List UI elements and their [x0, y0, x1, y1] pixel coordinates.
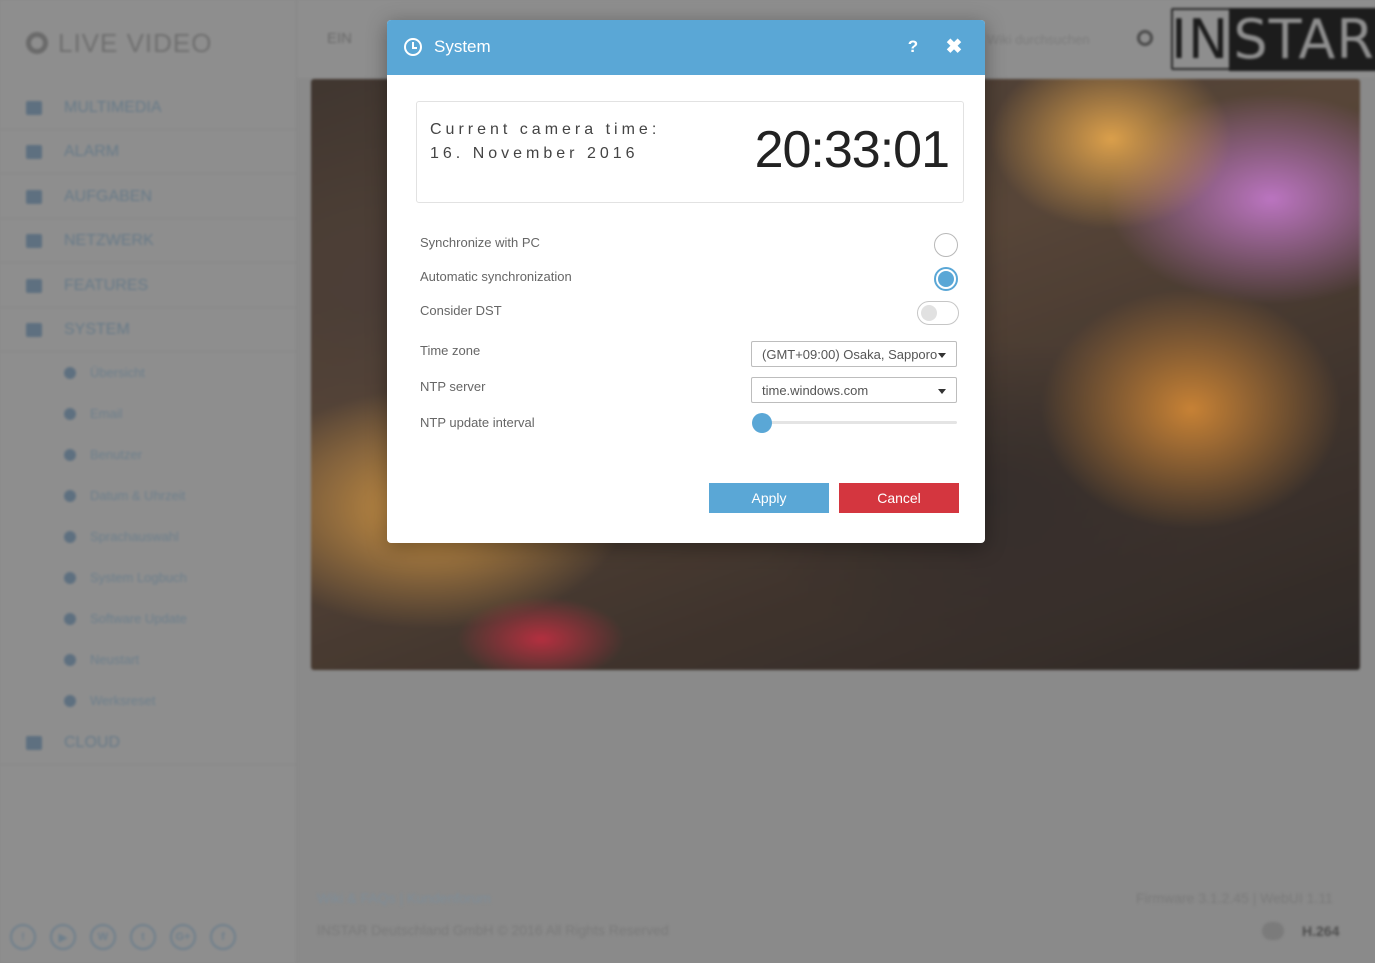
chevron-down-icon — [938, 389, 946, 394]
sidebar-subitem-datum-uhrzeit[interactable]: Datum & Uhrzeit — [0, 475, 297, 516]
sidebar-item-cloud[interactable]: CLOUD — [0, 721, 297, 765]
ntp-interval-slider-handle[interactable] — [752, 413, 772, 433]
clock-icon — [404, 38, 422, 56]
timezone-select[interactable]: (GMT+09:00) Osaka, Sapporo — [751, 341, 957, 367]
youtube-icon[interactable]: ▶ — [50, 924, 76, 950]
sidebar-subitem-sprachauswahl[interactable]: Sprachauswahl — [0, 516, 297, 557]
sidebar-subitem-label: Werksreset — [90, 693, 156, 708]
system-dialog: System ? ✖ Current camera time: 16. Nove… — [387, 20, 985, 543]
sidebar-item-system[interactable]: SYSTEM — [0, 308, 297, 352]
calendar-icon — [26, 189, 42, 204]
current-time-label: Current camera time: 16. November 2016 — [430, 121, 661, 162]
sidebar-item-label: SYSTEM — [64, 320, 130, 338]
sidebar-item-label: NETZWERK — [64, 231, 154, 249]
sidebar-subitem-label: Neustart — [90, 652, 140, 667]
dst-toggle[interactable] — [917, 301, 959, 325]
sidebar-subitem-label: System Logbuch — [90, 570, 187, 585]
apply-button[interactable]: Apply — [709, 483, 829, 513]
power-icon — [64, 653, 76, 666]
help-button[interactable]: ? — [902, 35, 924, 59]
sync-pc-label: Synchronize with PC — [420, 235, 540, 250]
sidebar-item-multimedia[interactable]: MULTIMEDIA — [0, 86, 297, 130]
timezone-label: Time zone — [420, 343, 481, 358]
sidebar-subitem-label: Software Update — [90, 611, 187, 626]
sidebar-subitem-label: Email — [90, 406, 123, 421]
wordpress-icon[interactable]: W — [90, 924, 116, 950]
app-logo-text: LIVE VIDEO — [58, 27, 213, 58]
social-links: ! ▶ W t G+ f — [10, 924, 236, 950]
dialog-title: System — [434, 37, 491, 56]
sidebar-item-alarm[interactable]: ALARM — [0, 130, 297, 174]
dialog-header: System ? ✖ — [387, 20, 985, 75]
ntp-server-value: time.windows.com — [762, 383, 869, 398]
ntp-server-label: NTP server — [420, 379, 486, 394]
sidebar-subitem-system-logbuch[interactable]: System Logbuch — [0, 557, 297, 598]
sidebar-item-label: MULTIMEDIA — [64, 98, 162, 116]
sidebar-subitem-software-update[interactable]: Software Update — [0, 598, 297, 639]
dst-label: Consider DST — [420, 303, 502, 318]
twitter-icon[interactable]: t — [130, 924, 156, 950]
instar-logo: IN STAR — [1171, 7, 1375, 71]
envelope-icon — [64, 407, 76, 420]
camera-time-panel: Current camera time: 16. November 2016 2… — [416, 101, 964, 203]
user-icon — [64, 448, 76, 461]
refresh-icon — [64, 612, 76, 625]
ntp-server-select[interactable]: time.windows.com — [751, 377, 957, 403]
current-time-value: 20:33:01 — [754, 121, 950, 179]
timezone-value: (GMT+09:00) Osaka, Sapporo — [762, 347, 938, 362]
gear-icon — [26, 322, 42, 337]
sidebar-item-aufgaben[interactable]: AUFGABEN — [0, 175, 297, 219]
sidebar-subitem-benutzer[interactable]: Benutzer — [0, 434, 297, 475]
auto-sync-radio[interactable] — [934, 267, 958, 291]
search-icon[interactable] — [1137, 30, 1153, 46]
close-button[interactable]: ✖ — [943, 35, 965, 59]
sidebar-item-label: ALARM — [64, 142, 120, 160]
top-bar-menu[interactable]: EIN — [327, 30, 352, 47]
sidebar-subitem-werksreset[interactable]: Werksreset — [0, 680, 297, 721]
image-icon — [26, 100, 42, 115]
sidebar-item-label: FEATURES — [64, 276, 149, 294]
footer-firmware: Firmware 3.1.2.45 | WebUI 1.11 — [1136, 890, 1333, 906]
network-icon — [26, 233, 42, 248]
bell-icon — [26, 144, 42, 159]
chevron-down-icon — [938, 353, 946, 358]
sidebar-subitem-label: Datum & Uhrzeit — [90, 488, 186, 503]
sync-pc-radio[interactable] — [934, 233, 958, 257]
sidebar: LIVE VIDEO MULTIMEDIA ALARM AUFGABEN NET… — [0, 0, 297, 963]
auto-sync-label: Automatic synchronization — [420, 269, 572, 284]
sidebar-item-features[interactable]: FEATURES — [0, 264, 297, 308]
facebook-icon[interactable]: f — [210, 924, 236, 950]
ntp-interval-label: NTP update interval — [420, 415, 535, 430]
codec-switch[interactable] — [1262, 922, 1284, 940]
sidebar-subitem-uebersicht[interactable]: Übersicht — [0, 352, 297, 393]
star-icon — [26, 278, 42, 293]
sidebar-subitem-email[interactable]: Email — [0, 393, 297, 434]
footer-links[interactable]: Wiki & FAQs | Kundenforum — [317, 890, 491, 906]
ntp-interval-slider-track[interactable] — [753, 421, 957, 424]
codec-toggle[interactable]: H.264 — [1262, 922, 1339, 940]
sidebar-subitem-label: Übersicht — [90, 365, 145, 380]
wrench-icon — [64, 694, 76, 707]
warning-icon[interactable]: ! — [10, 924, 36, 950]
cloud-icon — [26, 735, 42, 750]
sidebar-subitem-neustart[interactable]: Neustart — [0, 639, 297, 680]
globe-icon — [64, 530, 76, 543]
book-icon — [64, 571, 76, 584]
sidebar-subitem-label: Sprachauswahl — [90, 529, 179, 544]
codec-label: H.264 — [1302, 923, 1340, 939]
sidebar-item-label: AUFGABEN — [64, 187, 153, 205]
app-logo: LIVE VIDEO — [26, 26, 213, 60]
sidebar-item-label: CLOUD — [64, 733, 121, 751]
footer-copyright: INSTAR Deutschland GmbH © 2016 All Right… — [317, 922, 669, 938]
clock-icon — [64, 489, 76, 502]
camera-ring-icon — [26, 32, 48, 54]
monitor-icon — [64, 366, 76, 379]
google-plus-icon[interactable]: G+ — [170, 924, 196, 950]
sidebar-item-netzwerk[interactable]: NETZWERK — [0, 219, 297, 263]
wiki-search-input[interactable]: Wiki durchsuchen — [987, 32, 1090, 47]
sidebar-subitem-label: Benutzer — [90, 447, 143, 462]
cancel-button[interactable]: Cancel — [839, 483, 959, 513]
